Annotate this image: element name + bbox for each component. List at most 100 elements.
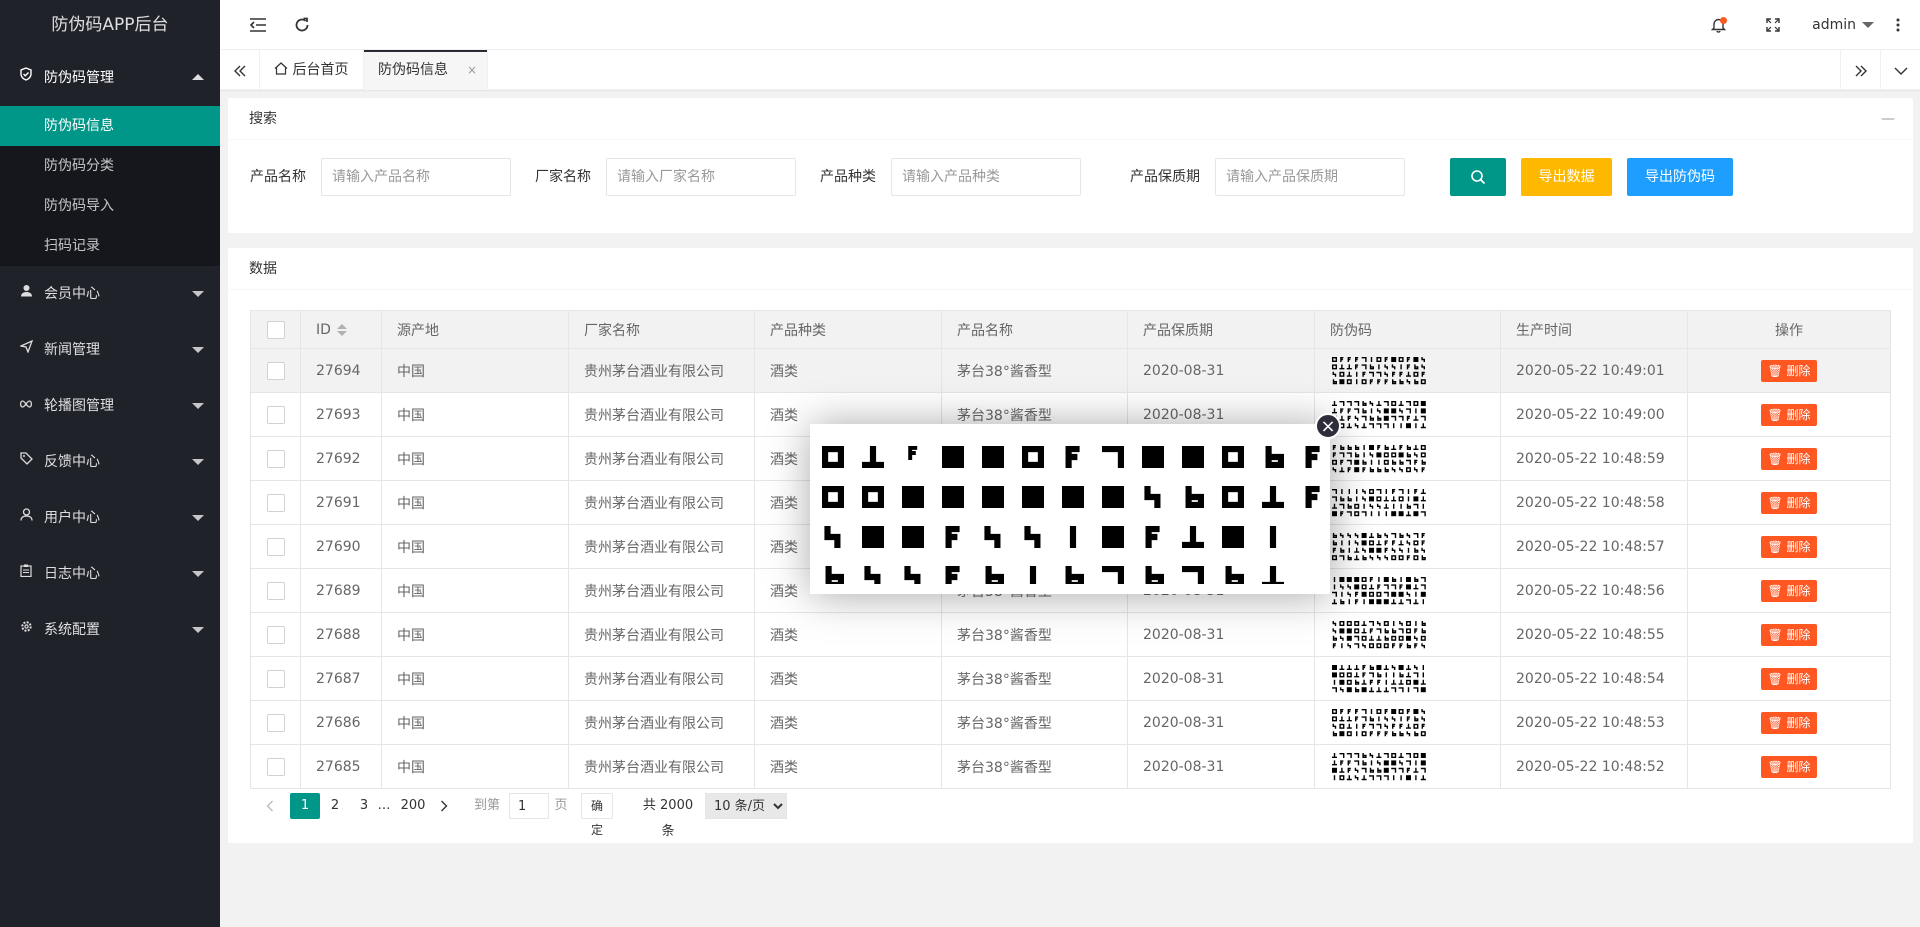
tab-label: 后台首页 bbox=[292, 62, 349, 78]
delete-label: 删除 bbox=[1786, 759, 1811, 774]
row-checkbox[interactable] bbox=[266, 361, 285, 380]
row-checkbox[interactable] bbox=[266, 757, 285, 776]
code-thumbnail[interactable] bbox=[1330, 751, 1428, 783]
sidebar-group-member[interactable]: 会员中心 bbox=[0, 266, 220, 322]
page-200[interactable]: 200 bbox=[397, 793, 429, 819]
sidebar-group-carousel[interactable]: 轮播图管理 bbox=[0, 378, 220, 434]
goto-page-input[interactable] bbox=[509, 793, 549, 819]
more-vertical-icon[interactable] bbox=[1880, 0, 1916, 50]
delete-button[interactable]: 🗑 删除 bbox=[1761, 755, 1817, 778]
sidebar-group-system[interactable]: 系统配置 bbox=[0, 602, 220, 658]
code-thumbnail[interactable] bbox=[1330, 663, 1428, 695]
sidebar-group-news[interactable]: 新闻管理 bbox=[0, 322, 220, 378]
tab-close-icon[interactable]: × bbox=[467, 50, 477, 90]
delete-button[interactable]: 🗑 删除 bbox=[1761, 667, 1817, 690]
code-thumbnail[interactable] bbox=[1330, 443, 1428, 475]
maker-name-input[interactable] bbox=[606, 158, 796, 196]
search-button[interactable] bbox=[1450, 158, 1506, 196]
row-select-cell bbox=[250, 700, 301, 745]
delete-button[interactable]: 🗑 删除 bbox=[1761, 403, 1817, 426]
table-row: 27688 中国 贵州茅台酒业有限公司 酒类 茅台38°酱香型 2020-08-31 202… bbox=[250, 612, 1891, 657]
next-page-icon[interactable] bbox=[434, 793, 454, 819]
select-all-checkbox[interactable] bbox=[266, 320, 285, 339]
popup-close-icon[interactable]: × bbox=[1315, 413, 1341, 439]
bell-icon[interactable] bbox=[1698, 0, 1738, 50]
collapse-icon[interactable]: — bbox=[1881, 98, 1895, 140]
tabs-scroll-left-icon[interactable] bbox=[220, 50, 260, 90]
row-checkbox[interactable] bbox=[266, 669, 285, 688]
row-checkbox[interactable] bbox=[266, 713, 285, 732]
cell-origin: 中国 bbox=[381, 700, 569, 745]
sidebar-item-code-info[interactable]: 防伪码信息 bbox=[0, 106, 220, 146]
export-codes-button[interactable]: 导出防伪码 bbox=[1627, 158, 1733, 196]
code-thumbnail[interactable] bbox=[1330, 707, 1428, 739]
cell-maker: 贵州茅台酒业有限公司 bbox=[568, 436, 755, 481]
product-type-input[interactable] bbox=[891, 158, 1081, 196]
code-thumbnail[interactable] bbox=[1330, 619, 1428, 651]
row-checkbox[interactable] bbox=[266, 537, 285, 556]
page-2[interactable]: 2 bbox=[322, 793, 348, 819]
code-thumbnail[interactable] bbox=[1330, 531, 1428, 563]
row-checkbox[interactable] bbox=[266, 581, 285, 600]
sidebar-group-log[interactable]: 日志中心 bbox=[0, 546, 220, 602]
menu-fold-icon[interactable] bbox=[238, 0, 278, 50]
delete-button[interactable]: 🗑 删除 bbox=[1761, 535, 1817, 558]
code-thumbnail[interactable] bbox=[1330, 399, 1428, 431]
cell-actions: 🗑 删除 bbox=[1687, 392, 1891, 437]
sidebar-item-code-import[interactable]: 防伪码导入 bbox=[0, 186, 220, 226]
cell-maker: 贵州茅台酒业有限公司 bbox=[568, 568, 755, 613]
cell-time: 2020-05-22 10:49:01 bbox=[1500, 348, 1688, 393]
page-size-select[interactable]: 10 条/页 bbox=[705, 793, 787, 819]
select-all-cell bbox=[250, 310, 301, 349]
caret-down-icon bbox=[192, 291, 204, 297]
delete-button[interactable]: 🗑 删除 bbox=[1761, 579, 1817, 602]
row-checkbox[interactable] bbox=[266, 449, 285, 468]
sidebar-group-anticounterfeit[interactable]: 防伪码管理 bbox=[0, 50, 220, 106]
export-data-button[interactable]: 导出数据 bbox=[1521, 158, 1612, 196]
delete-label: 删除 bbox=[1786, 407, 1811, 422]
column-header-maker: 厂家名称 bbox=[568, 310, 755, 349]
delete-button[interactable]: 🗑 删除 bbox=[1761, 623, 1817, 646]
sidebar-item-code-category[interactable]: 防伪码分类 bbox=[0, 146, 220, 186]
tab-code-info[interactable]: 防伪码信息 × bbox=[364, 50, 488, 90]
sidebar-group-user[interactable]: 用户中心 bbox=[0, 490, 220, 546]
tab-home[interactable]: 后台首页 bbox=[260, 50, 364, 90]
sidebar-group-feedback[interactable]: 反馈中心 bbox=[0, 434, 220, 490]
sidebar-item-scan-records[interactable]: 扫码记录 bbox=[0, 226, 220, 266]
clipboard-icon bbox=[18, 546, 34, 602]
column-header-type: 产品种类 bbox=[754, 310, 942, 349]
cell-actions: 🗑 删除 bbox=[1687, 480, 1891, 525]
send-icon bbox=[18, 322, 34, 378]
delete-button[interactable]: 🗑 删除 bbox=[1761, 447, 1817, 470]
trash-icon: 🗑 bbox=[1767, 627, 1787, 642]
delete-button[interactable]: 🗑 删除 bbox=[1761, 359, 1817, 382]
user-menu[interactable]: admin bbox=[1812, 0, 1874, 50]
product-name-input[interactable] bbox=[321, 158, 511, 196]
column-header-id[interactable]: ID bbox=[300, 310, 382, 349]
fullscreen-icon[interactable] bbox=[1753, 0, 1793, 50]
page-1[interactable]: 1 bbox=[290, 793, 320, 819]
code-thumbnail[interactable] bbox=[1330, 575, 1428, 607]
row-checkbox[interactable] bbox=[266, 625, 285, 644]
cell-id: 27691 bbox=[300, 480, 382, 525]
code-thumbnail[interactable] bbox=[1330, 355, 1428, 387]
row-checkbox[interactable] bbox=[266, 405, 285, 424]
caret-down-icon bbox=[192, 571, 204, 577]
row-checkbox[interactable] bbox=[266, 493, 285, 512]
goto-confirm-button[interactable]: 确定 bbox=[581, 793, 614, 837]
refresh-icon[interactable] bbox=[282, 0, 322, 50]
sort-icon[interactable] bbox=[336, 323, 347, 337]
delete-button[interactable]: 🗑 删除 bbox=[1761, 711, 1817, 734]
caret-down-icon bbox=[1862, 22, 1874, 28]
cell-maker: 贵州茅台酒业有限公司 bbox=[568, 744, 755, 789]
gear-icon bbox=[18, 602, 34, 658]
cell-origin: 中国 bbox=[381, 524, 569, 569]
delete-button[interactable]: 🗑 删除 bbox=[1761, 491, 1817, 514]
column-header-label: ID bbox=[316, 321, 331, 338]
tabs-scroll-right-icon[interactable] bbox=[1840, 50, 1880, 90]
tabs-dropdown-icon[interactable] bbox=[1880, 50, 1920, 90]
shelf-life-input[interactable] bbox=[1215, 158, 1405, 196]
data-card-title: 数据 bbox=[228, 248, 1913, 290]
prev-page-icon[interactable] bbox=[260, 793, 280, 819]
code-thumbnail[interactable] bbox=[1330, 487, 1428, 519]
